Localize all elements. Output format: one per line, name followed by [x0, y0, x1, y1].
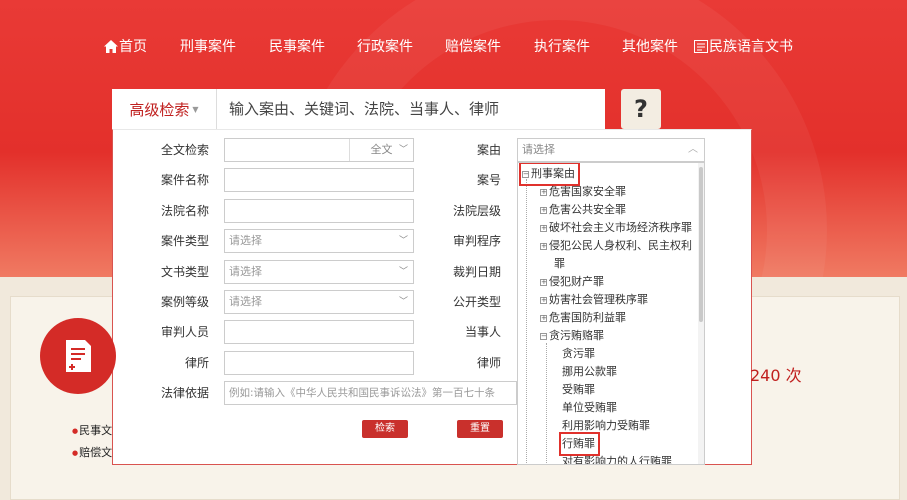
legal-basis-input[interactable]: 例如:请输入《中华人民共和国民事诉讼法》第一百七十条	[224, 381, 517, 405]
tree-leaf[interactable]: 利用影响力受贿罪	[562, 417, 650, 435]
case-no-label: 案号	[476, 173, 501, 187]
tree-leaf-selected[interactable]: 行贿罪	[559, 432, 600, 456]
tree-node[interactable]: + 危害公共安全罪	[540, 201, 626, 219]
cause-select[interactable]: 请选择 ︿	[517, 138, 705, 162]
tree-node-wrap: 罪	[554, 257, 565, 270]
lawfirm-label: 律所	[184, 356, 209, 370]
tree-guide-line	[546, 343, 547, 464]
expand-icon: +	[540, 242, 547, 250]
cause-select-value: 请选择	[522, 143, 555, 156]
nav-administrative[interactable]: 行政案件	[357, 36, 413, 58]
party-label: 当事人	[464, 325, 501, 339]
court-level-label: 法院层级	[452, 204, 501, 218]
tree-leaf[interactable]: 单位受贿罪	[562, 399, 617, 417]
tree-node[interactable]: + 侵犯财产罪	[540, 273, 604, 291]
tree-leaf[interactable]: 贪污罪	[562, 345, 595, 363]
case-type-select[interactable]: 请选择	[224, 229, 414, 253]
court-name-label: 法院名称	[160, 204, 209, 218]
nav-other[interactable]: 其他案件	[622, 36, 678, 58]
fulltext-input[interactable]: 全文	[224, 138, 414, 162]
visit-count: 240 次	[750, 366, 802, 385]
tree-leaf[interactable]: 挪用公款罪	[562, 363, 617, 381]
nav-enforcement[interactable]: 执行案件	[534, 36, 590, 58]
search-input[interactable]	[217, 89, 605, 129]
court-name-input[interactable]	[224, 199, 414, 223]
advanced-search-toggle[interactable]: 高级检索 ▼	[112, 89, 217, 129]
publish-type-label: 公开类型	[452, 295, 501, 309]
caret-down-icon: ▼	[192, 104, 199, 114]
lawfirm-input[interactable]	[224, 351, 414, 375]
stat-bullet-compensation[interactable]: 赔偿文	[72, 446, 112, 460]
doc-type-select[interactable]: 请选择	[224, 260, 414, 284]
case-level-select[interactable]: 请选择	[224, 290, 414, 314]
case-type-label: 案件类型	[160, 234, 209, 248]
nav-criminal[interactable]: 刑事案件	[180, 36, 236, 58]
advanced-search-panel: 全文检索 案件名称 法院名称 案件类型 文书类型 案例等级 审判人员 律所 法律…	[112, 129, 752, 465]
tree-scroll-thumb[interactable]	[699, 167, 703, 322]
case-name-input[interactable]	[224, 168, 414, 192]
fulltext-label: 全文检索	[160, 143, 209, 157]
advanced-search-label: 高级检索	[129, 100, 190, 119]
nav-ethnic-docs-label: 民族语言文书	[709, 39, 793, 55]
stat-bullet-civil[interactable]: 民事文	[72, 424, 112, 438]
document-plus-icon	[40, 318, 116, 394]
tree-node[interactable]: + 妨害社会管理秩序罪	[540, 291, 648, 309]
tree-node[interactable]: + 侵犯公民人身权利、民主权利	[540, 237, 692, 255]
cause-tree[interactable]: − 刑事案由 + 危害国家安全罪 + 危害公共安全罪 + 破坏社会主义市场经济秩序罪 +…	[517, 162, 705, 465]
expand-icon: +	[540, 188, 547, 196]
tree-node[interactable]: + 危害国防利益罪	[540, 309, 626, 327]
tree-leaf[interactable]: 对有影响力的人行贿罪	[562, 453, 672, 464]
trial-procedure-label: 审判程序	[452, 234, 501, 248]
cause-label: 案由	[476, 143, 501, 157]
chevron-up-icon: ︿	[688, 144, 698, 155]
tree-guide-line	[526, 179, 527, 464]
tree-node-bribery[interactable]: − 贪污贿赂罪	[540, 327, 604, 345]
nav-home-label: 首页	[119, 39, 147, 55]
expand-icon: +	[540, 206, 547, 214]
help-button[interactable]: ?	[621, 89, 661, 129]
expand-icon: +	[540, 278, 547, 286]
tree-leaf[interactable]: 受贿罪	[562, 381, 595, 399]
search-bar: 高级检索 ▼	[112, 89, 605, 129]
fulltext-scope-select[interactable]: 全文	[349, 139, 413, 161]
tree-scrollbar[interactable]	[698, 163, 704, 464]
legal-basis-label: 法律依据	[160, 386, 209, 400]
doc-type-label: 文书类型	[160, 265, 209, 279]
tree-node-criminal[interactable]: − 刑事案由	[519, 163, 580, 186]
judgment-date-label: 裁判日期	[452, 265, 501, 279]
collapse-icon: −	[522, 170, 529, 178]
expand-icon: +	[540, 296, 547, 304]
home-icon	[104, 38, 118, 60]
lawyer-label: 律师	[476, 356, 501, 370]
nav-ethnic-docs[interactable]: 民族语言文书	[694, 36, 793, 60]
collapse-icon: −	[540, 332, 547, 340]
tree-node[interactable]: + 破坏社会主义市场经济秩序罪	[540, 219, 692, 237]
search-button[interactable]: 检索	[362, 420, 408, 438]
judge-label: 审判人员	[160, 325, 209, 339]
expand-icon: +	[540, 314, 547, 322]
top-nav: 首页 刑事案件 民事案件 行政案件 赔偿案件 执行案件 其他案件 民族语言文书	[0, 36, 907, 58]
judge-input[interactable]	[224, 320, 414, 344]
expand-icon: +	[540, 224, 547, 232]
nav-civil[interactable]: 民事案件	[269, 36, 325, 58]
ethnic-docs-icon	[694, 38, 708, 60]
case-level-label: 案例等级	[160, 295, 209, 309]
tree-node[interactable]: + 危害国家安全罪	[540, 183, 626, 201]
nav-compensation[interactable]: 赔偿案件	[445, 36, 501, 58]
case-name-label: 案件名称	[160, 173, 209, 187]
nav-home[interactable]: 首页	[104, 36, 147, 60]
reset-button[interactable]: 重置	[457, 420, 503, 438]
